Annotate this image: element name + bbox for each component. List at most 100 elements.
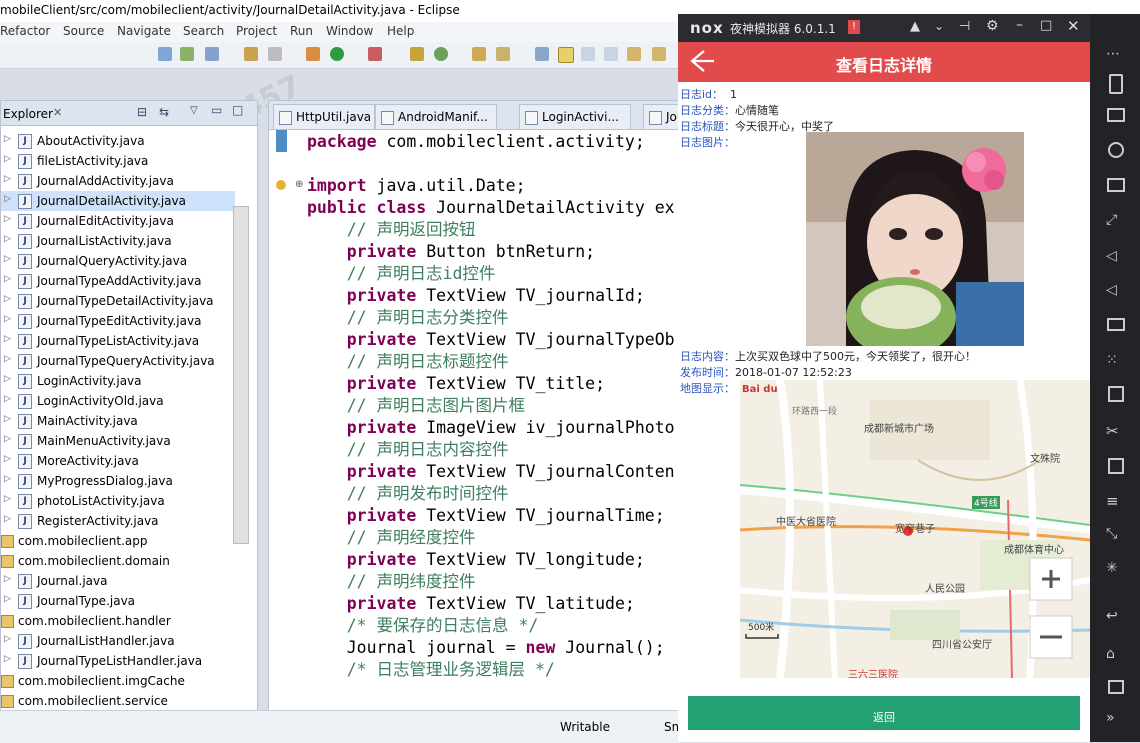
toolbar-highlight-icon[interactable] [558, 47, 574, 63]
code-line[interactable]: // 声明经度控件 [307, 527, 476, 549]
tree-file[interactable]: ▷ J JournalDetailActivity.java [1, 191, 235, 211]
toolbar-debug-icon[interactable] [306, 47, 320, 61]
tree-file[interactable]: ▷ J Journal.java [1, 571, 235, 591]
code-line[interactable]: private Button btnReturn; [307, 241, 595, 263]
toolbar-pilcrow-icon[interactable] [604, 47, 618, 61]
menu-window[interactable]: Window [326, 24, 373, 38]
code-line[interactable]: private TextView TV_latitude; [307, 593, 635, 615]
code-line[interactable]: private TextView TV_journalId; [307, 285, 645, 307]
collapse-all-icon[interactable]: ⊟ [137, 105, 147, 119]
back-icon[interactable]: ↩ [1106, 608, 1124, 626]
toolbar-checkbox-icon[interactable] [205, 47, 219, 61]
screen-icon[interactable] [1107, 178, 1125, 192]
run-icon[interactable] [330, 47, 344, 61]
explorer-scrollbar[interactable] [233, 206, 249, 544]
maximize-icon[interactable]: □ [1040, 18, 1052, 33]
link-editor-icon[interactable]: ⇆ [159, 105, 169, 119]
code-area[interactable]: package com.mobileclient.activity; import… [269, 129, 681, 689]
code-line[interactable]: private TextView TV_title; [307, 373, 605, 395]
menu-help[interactable]: Help [387, 24, 414, 38]
toolbar-new-icon[interactable] [410, 47, 424, 61]
toolbar-external-icon[interactable] [368, 47, 382, 61]
chevron-right-icon[interactable]: ▷ [4, 594, 11, 604]
tree-file[interactable]: ▷ J RegisterActivity.java [1, 511, 235, 531]
tree-file[interactable]: ▷ J MoreActivity.java [1, 451, 235, 471]
minimize-icon[interactable]: – [1016, 17, 1023, 33]
tree-file[interactable]: ▷ J MyProgressDialog.java [1, 471, 235, 491]
toolbar-back-icon[interactable] [652, 47, 666, 61]
tree-file[interactable]: ▷ J JournalTypeEditActivity.java [1, 311, 235, 331]
tree-file[interactable]: ▷ J LoginActivity.java [1, 371, 235, 391]
chevron-right-icon[interactable]: ▷ [4, 194, 11, 204]
code-line[interactable]: // 声明返回按钮 [307, 219, 476, 241]
chevron-right-icon[interactable]: ▷ [4, 234, 11, 244]
tree-file[interactable]: ▷ JfileListActivity.java [1, 151, 235, 171]
tree-file[interactable]: ▷ J JournalAddActivity.java [1, 171, 235, 191]
toolbar-block-icon[interactable] [581, 47, 595, 61]
chevron-right-icon[interactable]: ▷ [4, 514, 11, 524]
code-line[interactable]: Journal journal = new Journal(); [307, 637, 665, 659]
code-line[interactable]: // 声明日志标题控件 [307, 351, 509, 373]
chevron-right-icon[interactable]: ▷ [4, 294, 11, 304]
chevron-right-icon[interactable]: ▷ [4, 654, 11, 664]
shirt-icon[interactable]: ▲ [910, 19, 920, 34]
more-icon[interactable]: ⋯ [1106, 46, 1124, 64]
tree-package[interactable]: com.mobileclient.handler [1, 611, 235, 631]
tab-androidmanifest[interactable]: AndroidManif... [375, 104, 497, 129]
code-line[interactable]: import java.util.Date; [307, 175, 526, 197]
home-icon[interactable]: ⌂ [1106, 646, 1124, 664]
baidu-map[interactable]: Bai du 成都新城市广场 中医大省医院 宽窄巷子 成都体育中心 人民公园 四… [740, 380, 1090, 678]
chevron-right-icon[interactable]: ▷ [4, 254, 11, 264]
tree-file[interactable]: ▷ J JournalTypeListActivity.java [1, 331, 235, 351]
chevron-right-icon[interactable]: ▷ [4, 134, 11, 144]
code-line[interactable]: // 声明纬度控件 [307, 571, 476, 593]
toolbar-new-class-icon[interactable] [434, 47, 448, 61]
recent-apps-icon[interactable] [1108, 680, 1124, 694]
code-line[interactable]: package com.mobileclient.activity; [307, 131, 645, 153]
toolbox-icon[interactable] [1107, 318, 1125, 331]
code-line[interactable]: // 声明日志内容控件 [307, 439, 509, 461]
toolbar-search-icon[interactable] [496, 47, 510, 61]
chevron-right-icon[interactable]: ▷ [4, 174, 11, 184]
shake-icon[interactable]: ✳ [1106, 560, 1124, 578]
close-icon[interactable]: ✕ [53, 106, 62, 119]
chevron-right-icon[interactable]: ▷ [4, 334, 11, 344]
code-line[interactable]: // 声明发布时间控件 [307, 483, 509, 505]
toolbar-annotation-icon[interactable] [535, 47, 549, 61]
chevron-right-icon[interactable]: ▷ [4, 414, 11, 424]
code-line[interactable]: /* 日志管理业务逻辑层 */ [307, 659, 555, 681]
multi-window-icon[interactable] [1108, 458, 1124, 474]
minimize-icon[interactable]: ▭ [211, 103, 222, 117]
return-button[interactable]: 返回 [688, 696, 1080, 730]
phone-icon[interactable] [1109, 74, 1123, 94]
tree-file[interactable]: ▷ J JournalType.java [1, 591, 235, 611]
code-line[interactable]: private ImageView iv_journalPhoto [307, 417, 675, 439]
chevron-right-icon[interactable]: ▷ [4, 634, 11, 644]
menu-search[interactable]: Search [183, 24, 224, 38]
volume-down-icon[interactable]: ◁ [1106, 282, 1124, 300]
toolbar-next-annotation-icon[interactable] [627, 47, 641, 61]
apk-icon[interactable] [1108, 386, 1124, 402]
volume-up-icon[interactable]: ◁ [1106, 248, 1124, 266]
keyboard-icon[interactable] [1107, 108, 1125, 122]
chevron-right-icon[interactable]: ▷ [4, 494, 11, 504]
menu-lines-icon[interactable]: ≡ [1106, 492, 1124, 510]
tree-file[interactable]: ▷ J LoginActivityOld.java [1, 391, 235, 411]
expand-icon[interactable]: » [1106, 710, 1124, 728]
menu-project[interactable]: Project [236, 24, 277, 38]
chevron-right-icon[interactable]: ▷ [4, 474, 11, 484]
toolbar-open-icon[interactable] [472, 47, 486, 61]
tab-loginactivity[interactable]: LoginActivi... [519, 104, 631, 129]
view-menu-icon[interactable]: ▽ [190, 105, 198, 116]
tree-file[interactable]: ▷ J JournalListActivity.java [1, 231, 235, 251]
tree-file[interactable]: ▷ J JournalTypeAddActivity.java [1, 271, 235, 291]
fold-expand-icon[interactable]: ⊕ [295, 179, 303, 190]
tree-file[interactable]: ▷ J JournalEditActivity.java [1, 211, 235, 231]
tree-file[interactable]: ▷ J MainActivity.java [1, 411, 235, 431]
zoom-in-button[interactable] [1030, 558, 1072, 600]
pin-icon[interactable]: ⊣ [959, 19, 970, 34]
chevron-right-icon[interactable]: ▷ [4, 574, 11, 584]
code-line[interactable]: private TextView TV_journalConten [307, 461, 675, 483]
location-icon[interactable] [1108, 142, 1124, 158]
code-line[interactable]: public class JournalDetailActivity ex [307, 197, 675, 219]
